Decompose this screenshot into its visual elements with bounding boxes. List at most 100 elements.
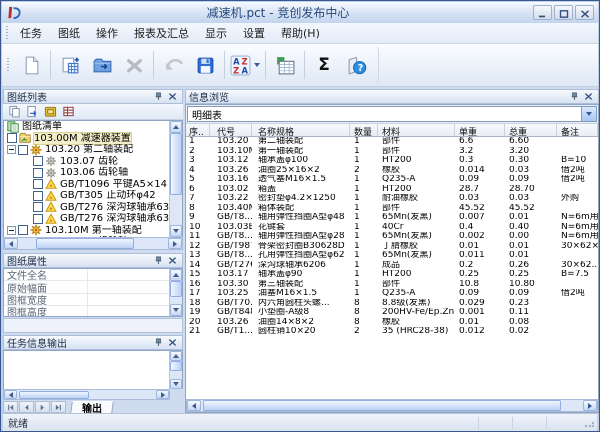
mini-toolbar-button[interactable] xyxy=(23,104,41,119)
column-header[interactable]: 序.. xyxy=(186,124,210,136)
column-header[interactable]: 单重 xyxy=(455,124,505,136)
tab-nav-button[interactable] xyxy=(35,401,50,413)
toolbar-grip[interactable] xyxy=(6,26,8,40)
output-horizontal-scrollbar[interactable] xyxy=(3,389,170,400)
tree-item[interactable]: GB/T276 深沟球轴承6302N xyxy=(4,202,169,214)
column-header[interactable]: 材料 xyxy=(378,124,455,136)
scroll-down-button[interactable] xyxy=(170,379,182,389)
scroll-right-button[interactable] xyxy=(156,390,169,399)
resize-grip[interactable] xyxy=(583,416,596,429)
table-row[interactable]: 5 103.16 透气塞M16×1.5 1 Q235-A 0.09 0.09 借… xyxy=(186,175,598,185)
menu-item[interactable]: 显示 xyxy=(197,23,235,43)
menu-item[interactable]: 报表及汇总 xyxy=(126,23,197,43)
panel-header-button[interactable] xyxy=(568,91,581,103)
tree-checkbox[interactable] xyxy=(33,156,43,166)
table-row[interactable]: 19 GB/T848 小垫圈-A级8 8 200HV-Fe/Ep.Zn 0.00… xyxy=(186,308,598,318)
tree-checkbox[interactable] xyxy=(33,214,43,224)
tree-checkbox[interactable] xyxy=(33,179,43,189)
window-button[interactable] xyxy=(533,5,552,20)
table-row[interactable]: 7 103.22 密封垫φ4.2×1250 1 耐油橡胶 0.03 0.03 外… xyxy=(186,194,598,204)
scrollbar-thumb[interactable] xyxy=(203,400,561,411)
menu-item[interactable]: 设置 xyxy=(235,23,273,43)
tree-checkbox[interactable] xyxy=(33,202,43,212)
expander-icon[interactable] xyxy=(7,226,16,235)
mini-toolbar-button[interactable] xyxy=(5,104,23,119)
menu-item[interactable]: 图纸 xyxy=(50,23,88,43)
property-row[interactable]: 图框高度 xyxy=(4,306,169,317)
scrollbar-thumb[interactable] xyxy=(170,361,182,371)
panel-header-button[interactable] xyxy=(152,91,165,103)
tab-nav-button[interactable] xyxy=(3,401,18,413)
tree-horizontal-scrollbar[interactable] xyxy=(3,237,183,250)
scroll-right-button[interactable] xyxy=(583,400,597,411)
scroll-up-button[interactable] xyxy=(170,121,182,133)
tree-item[interactable]: 103.06 齿轮轴 xyxy=(4,167,169,179)
menu-item[interactable]: 任务 xyxy=(12,23,50,43)
tree-item[interactable]: 103.20 第二轴装配 xyxy=(4,144,169,156)
table-row[interactable]: 11 GB/T8... 轴用弹性挡圈A型φ28 1 65Mn(发黑) 0.002… xyxy=(186,232,598,242)
table-row[interactable]: 2 103.10M 第一轴装配 1 部件 3.2 3.20 xyxy=(186,147,598,157)
table-row[interactable]: 8 103.40M 箱体装配 1 部件 45.52 45.52 xyxy=(186,204,598,214)
panel-header-button[interactable] xyxy=(166,91,179,103)
menu-item[interactable]: 操作 xyxy=(88,23,126,43)
window-button[interactable] xyxy=(554,5,573,20)
scrollbar-thumb[interactable] xyxy=(19,391,89,399)
table-row[interactable]: 20 103.26 油圈14×8×2 8 橡胶 0.01 0.08 xyxy=(186,318,598,328)
table-row[interactable]: 4 103.26 油圈25×16×2 2 橡胶 0.014 0.03 借2吨 xyxy=(186,166,598,176)
scroll-down-button[interactable] xyxy=(170,304,182,316)
scroll-left-button[interactable] xyxy=(4,390,17,399)
scrollbar-thumb[interactable] xyxy=(170,281,182,297)
tree-item[interactable]: GB/T276 深沟球轴承6302 xyxy=(4,213,169,225)
scroll-right-button[interactable] xyxy=(168,238,182,249)
mini-toolbar-button[interactable] xyxy=(41,104,59,119)
output-vertical-scrollbar[interactable] xyxy=(169,351,182,389)
scroll-up-button[interactable] xyxy=(170,269,182,281)
tree-checkbox[interactable] xyxy=(18,225,28,235)
add-drawing-button[interactable] xyxy=(54,48,86,82)
tree-item[interactable]: 103.07 齿轮 xyxy=(4,156,169,168)
table-row[interactable]: 17 103.25 油塞M16×1.5 1 Q235-A 0.09 0.09 借… xyxy=(186,289,598,299)
tab-nav-button[interactable] xyxy=(51,401,66,413)
revert-button[interactable] xyxy=(157,48,189,82)
tree-vertical-scrollbar[interactable] xyxy=(169,121,182,237)
table-row[interactable]: 12 GB/T9877 骨架密封圈B30628D 1 丁腈橡胶 0.01 0.0… xyxy=(186,242,598,252)
sort-button[interactable]: AZZA xyxy=(228,48,262,82)
column-header[interactable]: 代号 xyxy=(210,124,252,136)
table-row[interactable]: 9 GB/T8... 轴用弹性挡圈A型φ48 1 65Mn(发黑) 0.007 … xyxy=(186,213,598,223)
delete-button[interactable] xyxy=(118,48,150,82)
scroll-up-button[interactable] xyxy=(170,351,182,361)
table-row[interactable]: 6 103.02 箱盖 1 HT200 28.7 28.70 xyxy=(186,185,598,195)
tree-checkbox[interactable] xyxy=(7,133,17,143)
column-header[interactable]: 数量 xyxy=(350,124,378,136)
table-row[interactable]: 1 103.20 第二轴装配 1 部件 6.6 6.60 xyxy=(186,137,598,147)
panel-header-button[interactable] xyxy=(166,255,179,267)
scrollbar-thumb[interactable] xyxy=(170,133,182,195)
view-selector[interactable]: 明细表 xyxy=(187,106,597,122)
tree-item[interactable]: 103.00M 减速器装置 xyxy=(4,133,169,145)
tree-item[interactable]: GB/T1096 平键A5×14 xyxy=(4,179,169,191)
tree-checkbox[interactable] xyxy=(33,168,43,178)
panel-header-button[interactable] xyxy=(152,337,165,349)
summarize-button[interactable]: Σ xyxy=(308,48,340,82)
table-row[interactable]: 14 GB/T276 深沟球轴承6206 1 成品 0.2 0.26 30×62… xyxy=(186,261,598,271)
panel-header-button[interactable] xyxy=(582,91,595,103)
properties-vertical-scrollbar[interactable] xyxy=(169,269,182,316)
table-row[interactable]: 21 GB/T1... 圆柱销10×20 2 35 (HRC28-38) 0.0… xyxy=(186,327,598,337)
tree-checkbox[interactable] xyxy=(18,145,28,155)
scroll-left-button[interactable] xyxy=(187,400,201,411)
tree-item[interactable]: GB/T305 止动环φ42 xyxy=(4,190,169,202)
table-row[interactable]: 16 103.30 第三轴装配 1 部件 10.8 10.80 xyxy=(186,280,598,290)
tree-item[interactable]: 103.10M 第一轴装配 xyxy=(4,225,169,237)
tree-item[interactable]: 图纸清单 xyxy=(4,121,169,133)
tree-checkbox[interactable] xyxy=(33,191,43,201)
scrollbar-thumb[interactable] xyxy=(36,238,134,249)
scroll-down-button[interactable] xyxy=(170,225,182,237)
expander-icon[interactable] xyxy=(7,145,16,154)
column-header[interactable]: 备注 xyxy=(557,124,598,136)
window-button[interactable] xyxy=(575,5,594,20)
scroll-left-button[interactable] xyxy=(4,238,18,249)
menu-item[interactable]: 帮助(H) xyxy=(273,23,328,43)
table-row[interactable]: 13 GB/T8... 孔用弹性挡圈A型φ62 1 65Mn(发黑) 0.011… xyxy=(186,251,598,261)
panel-header-button[interactable] xyxy=(166,337,179,349)
table-row[interactable]: 3 103.12 轴承盖φ100 1 HT200 0.3 0.30 B=10 xyxy=(186,156,598,166)
